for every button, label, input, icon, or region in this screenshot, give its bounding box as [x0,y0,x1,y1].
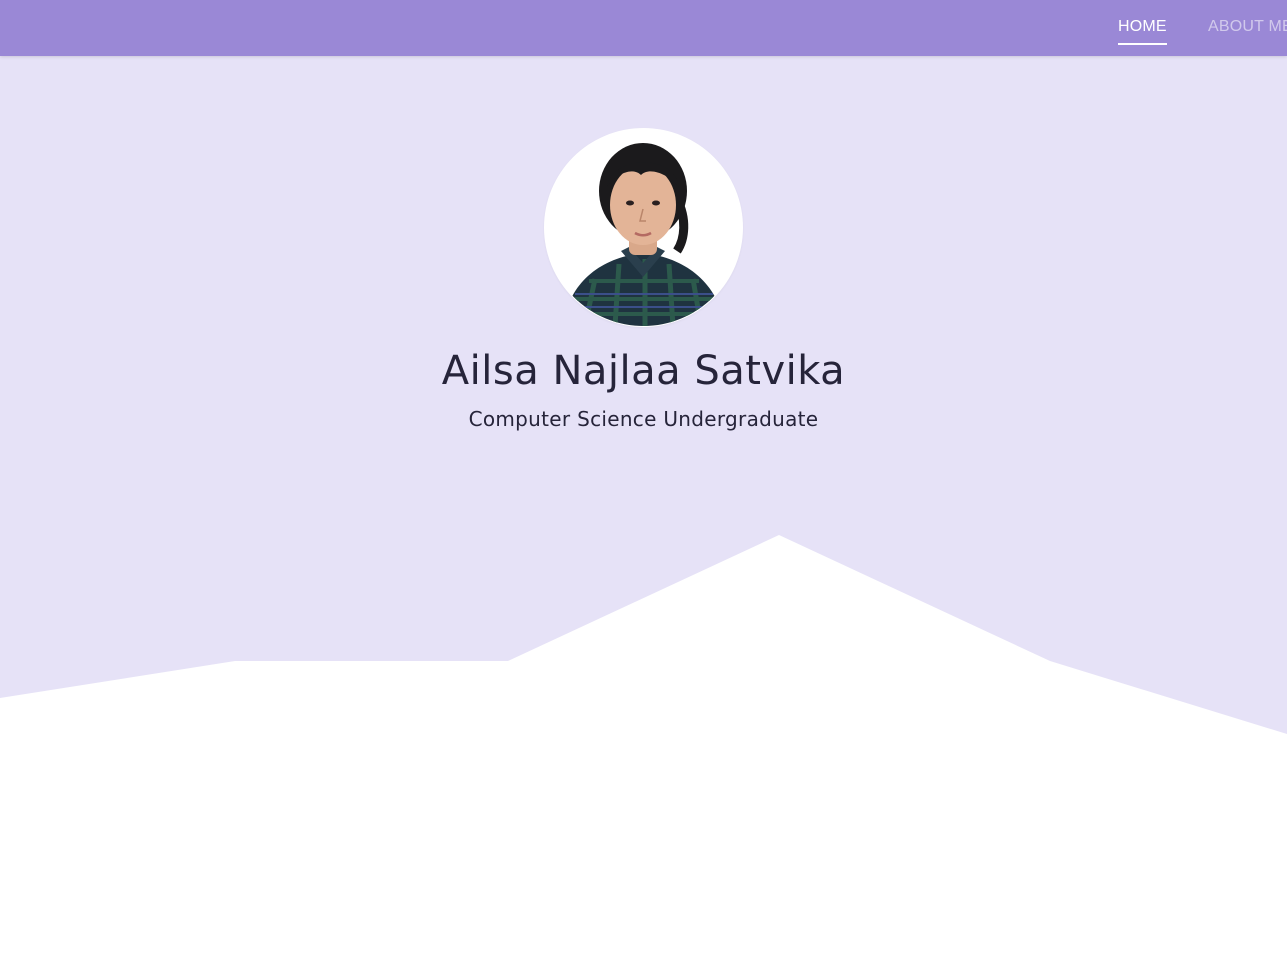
page: HOME ABOUT ME Ailsa Najlaa Satvika Compu… [0,0,1287,965]
nav-link-home[interactable]: HOME [1118,17,1167,45]
top-navbar: HOME ABOUT ME [0,0,1287,56]
hero-name: Ailsa Najlaa Satvika [441,348,846,394]
nav-link-about-me[interactable]: ABOUT ME [1208,17,1287,37]
hero-subtitle: Computer Science Undergraduate [468,407,819,431]
profile-photo-icon [545,129,742,326]
profile-avatar [545,129,742,326]
